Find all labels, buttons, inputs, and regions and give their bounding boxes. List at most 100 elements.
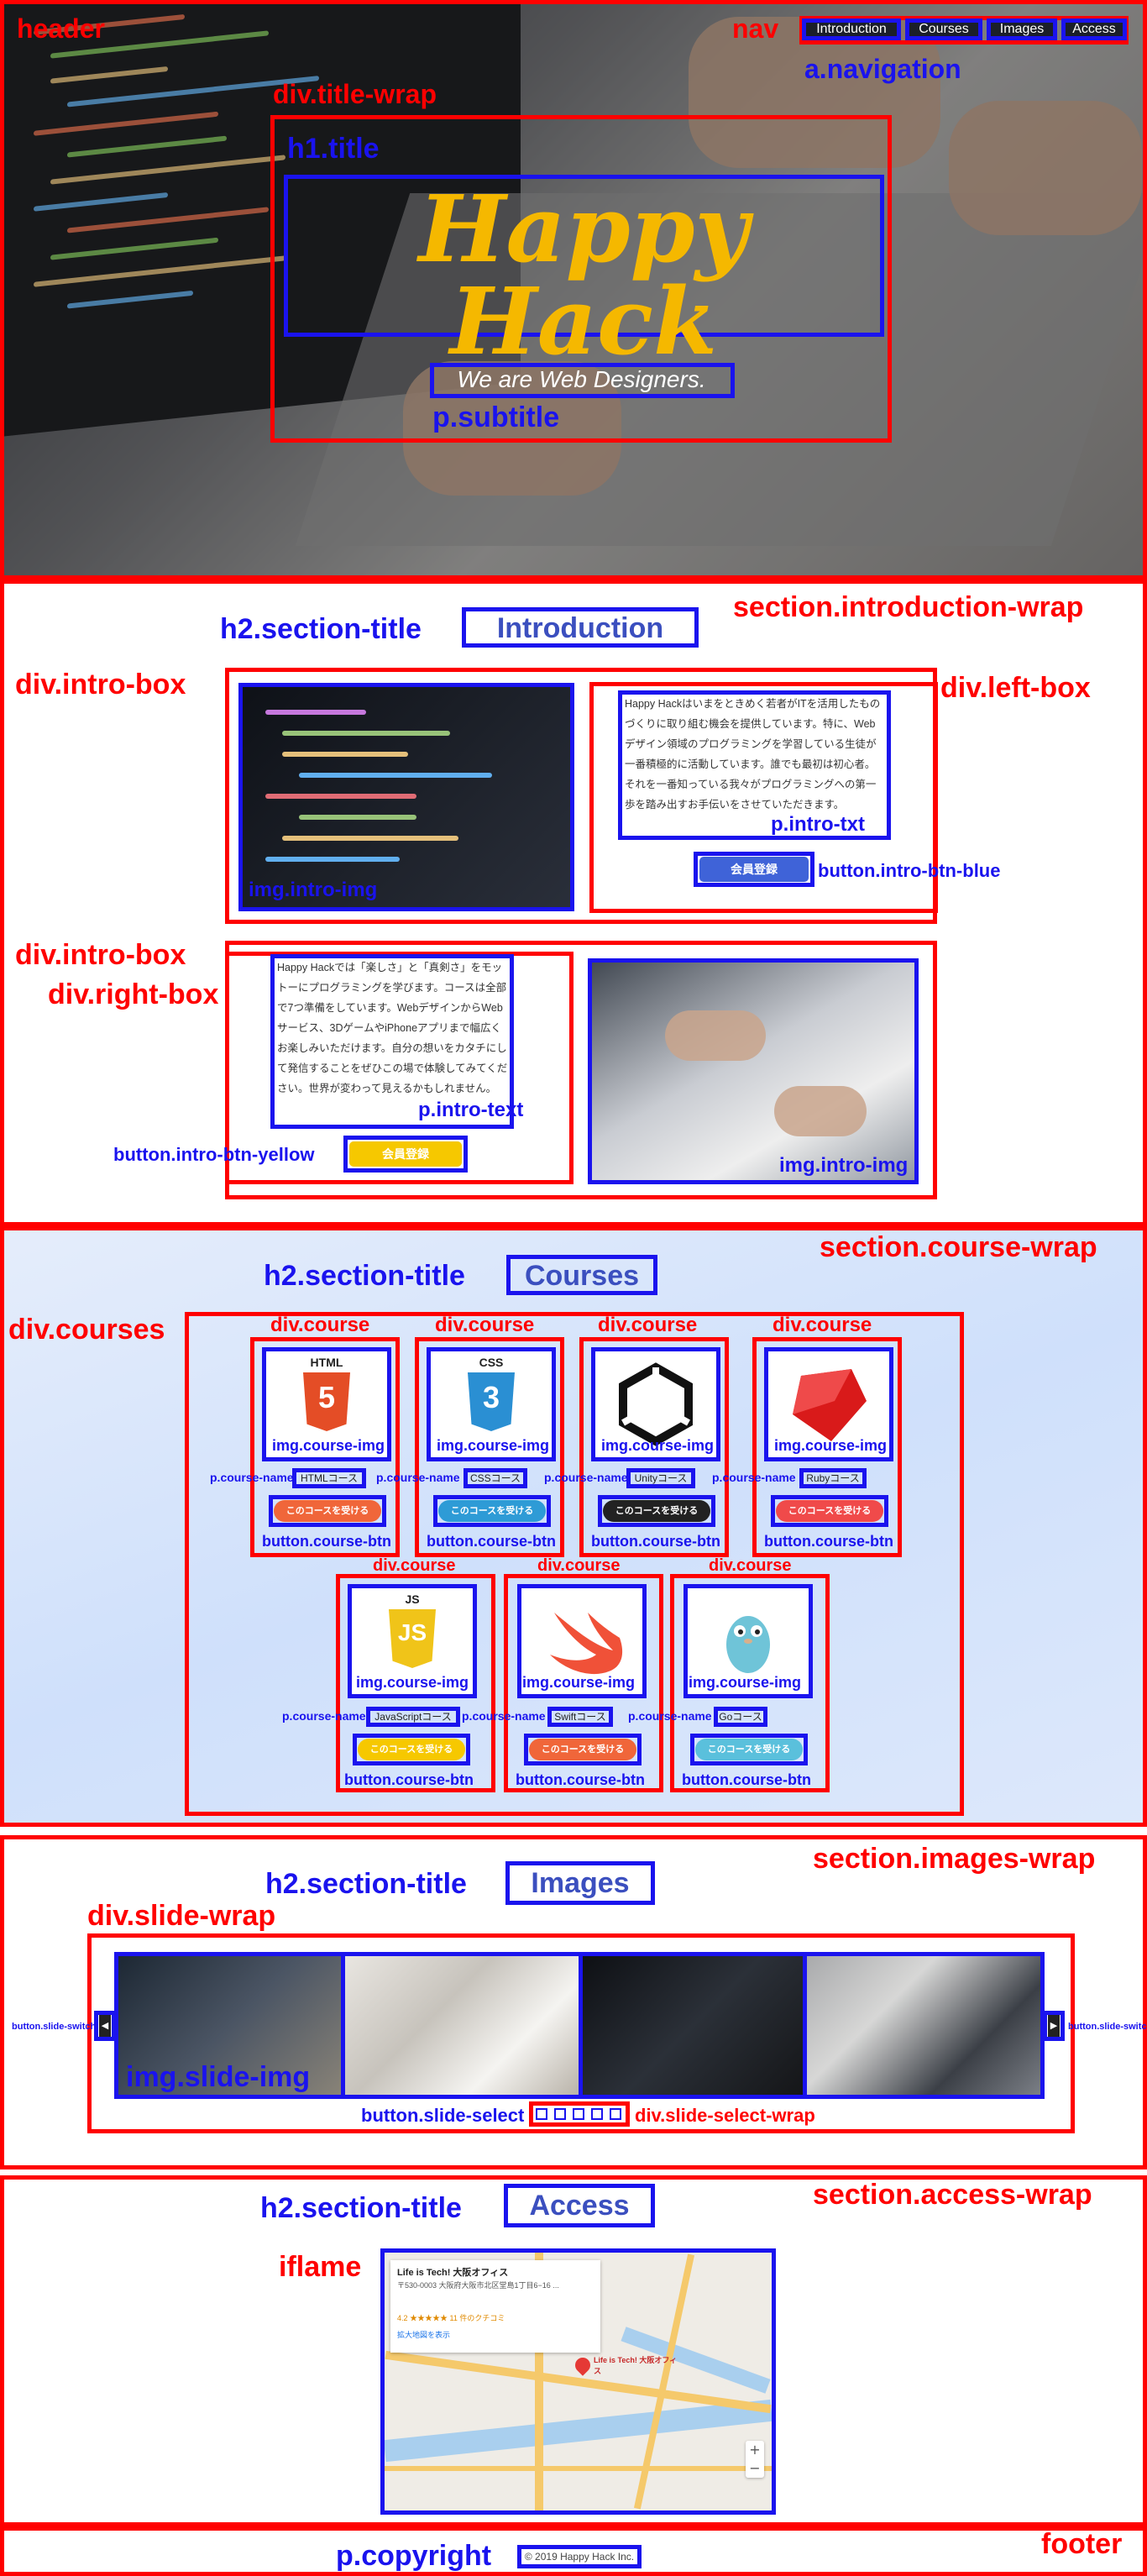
course-btn-label: button.course-btn	[764, 1533, 893, 1550]
slide-switch-label: button.slide-switch	[12, 2022, 97, 2032]
h1-title-label: h1.title	[287, 133, 380, 165]
intro-btn-yellow-label: button.intro-btn-yellow	[113, 1144, 315, 1165]
course-wrap-label: section.course-wrap	[820, 1231, 1097, 1263]
courses-label: div.courses	[8, 1314, 165, 1346]
slide-img-outline	[341, 1952, 583, 2099]
course-name-ruby: Rubyコース	[806, 1472, 860, 1484]
course-label: div.course	[435, 1314, 535, 1336]
slide-select-label: button.slide-select	[361, 2105, 525, 2126]
course-button-go[interactable]: このコースを受ける	[695, 1739, 803, 1760]
intro-register-button-yellow[interactable]: 会員登録	[349, 1141, 462, 1167]
course-button-javascript[interactable]: このコースを受ける	[358, 1739, 465, 1760]
course-img-label: img.course-img	[272, 1437, 385, 1454]
course-label: div.course	[537, 1556, 621, 1575]
section-title-label-courses: h2.section-title	[264, 1260, 465, 1292]
site-title: Happy Hack	[418, 175, 749, 375]
slide-select-dot-4[interactable]	[591, 2108, 603, 2120]
course-btn-label: button.course-btn	[427, 1533, 556, 1550]
page: header nav Introduction Courses Images A…	[0, 0, 1147, 2576]
intro-text-label: p.intro-text	[418, 1099, 524, 1121]
right-box-label: div.right-box	[48, 978, 219, 1010]
course-label: div.course	[598, 1314, 698, 1336]
intro-img-outline	[238, 683, 574, 911]
course-name-label: p.course-name	[376, 1471, 460, 1484]
course-name-html: HTMLコース	[300, 1472, 359, 1484]
course-name-label: p.course-name	[282, 1709, 366, 1723]
nav-link-outline	[1061, 18, 1127, 40]
nav-link-outline	[905, 18, 982, 40]
header-label: header	[17, 13, 105, 44]
section-title-label: h2.section-title	[220, 613, 422, 645]
nav-link-outline	[987, 18, 1057, 40]
course-button-ruby[interactable]: このコースを受ける	[776, 1500, 883, 1522]
access-wrap-label: section.access-wrap	[813, 2179, 1092, 2211]
intro-img-label-2: img.intro-img	[779, 1154, 909, 1177]
subtitle-label: p.subtitle	[432, 401, 560, 433]
slide-switch-label: button.slide-switch	[1068, 2022, 1147, 2032]
slide-select-dot-5[interactable]	[610, 2108, 621, 2120]
iframe-outline	[380, 2248, 776, 2515]
slide-switch-outline	[1043, 2011, 1065, 2041]
left-box-label: div.left-box	[940, 672, 1091, 704]
courses-title: Courses	[524, 1260, 640, 1292]
course-button-swift[interactable]: このコースを受ける	[529, 1739, 636, 1760]
course-btn-label: button.course-btn	[344, 1771, 474, 1788]
site-subtitle: We are Web Designers.	[457, 366, 706, 392]
intro-img-label: img.intro-img	[249, 879, 378, 901]
slide-select-dot-1[interactable]	[536, 2108, 547, 2120]
images-title: Images	[531, 1867, 630, 1899]
intro-box-label-2: div.intro-box	[15, 939, 186, 971]
images-wrap-label: section.images-wrap	[813, 1843, 1096, 1875]
slide-wrap-label: div.slide-wrap	[87, 1900, 276, 1932]
course-img-label: img.course-img	[601, 1437, 715, 1454]
access-title: Access	[529, 2190, 630, 2222]
course-label: div.course	[709, 1556, 792, 1575]
slide-img-outline	[803, 1952, 1045, 2099]
course-btn-label: button.course-btn	[516, 1771, 645, 1788]
course-btn-label: button.course-btn	[591, 1533, 720, 1550]
section-title-label-images: h2.section-title	[265, 1868, 467, 1900]
course-img-label: img.course-img	[356, 1674, 469, 1691]
course-label: div.course	[373, 1556, 456, 1575]
course-label: div.course	[773, 1314, 872, 1336]
course-button-css[interactable]: このコースを受ける	[438, 1500, 546, 1522]
intro-box-label: div.intro-box	[15, 669, 186, 700]
course-img-label: img.course-img	[522, 1674, 636, 1691]
course-name-javascript: JavaScriptコース	[374, 1711, 452, 1723]
nav-link-outline	[802, 18, 901, 40]
navigation-label: a.navigation	[804, 54, 961, 84]
course-name-label: p.course-name	[712, 1471, 796, 1484]
introduction-title: Introduction	[496, 612, 664, 644]
slide-switch-outline	[94, 2011, 116, 2041]
slide-select-dot-3[interactable]	[573, 2108, 584, 2120]
slide-select-wrap-label: div.slide-select-wrap	[635, 2105, 815, 2126]
intro-img-outline-2	[588, 958, 919, 1184]
course-btn-label: button.course-btn	[682, 1771, 811, 1788]
course-name-go: Goコース	[719, 1711, 762, 1723]
section-title-label-access: h2.section-title	[260, 2192, 462, 2224]
course-name-label: p.course-name	[628, 1709, 712, 1723]
intro-btn-blue-label: button.intro-btn-blue	[818, 860, 1001, 881]
course-name-css: CSSコース	[469, 1472, 521, 1484]
course-img-label: img.course-img	[774, 1437, 888, 1454]
iframe-label: iflame	[279, 2251, 362, 2283]
intro-register-button-blue[interactable]: 会員登録	[699, 857, 809, 882]
course-button-unity[interactable]: このコースを受ける	[603, 1500, 710, 1522]
course-img-label: img.course-img	[437, 1437, 550, 1454]
copyright-label: p.copyright	[336, 2540, 492, 2572]
intro-txt-label: p.intro-txt	[771, 813, 865, 836]
course-label: div.course	[270, 1314, 370, 1336]
nav-label: nav	[732, 13, 779, 44]
course-button-html[interactable]: このコースを受ける	[274, 1500, 381, 1522]
course-name-swift: Swiftコース	[554, 1711, 606, 1723]
title-wrap-label: div.title-wrap	[273, 79, 437, 109]
course-name-unity: Unityコース	[634, 1472, 688, 1484]
slide-select-dot-2[interactable]	[554, 2108, 566, 2120]
introduction-wrap-label: section.introduction-wrap	[733, 591, 1084, 623]
course-name-label: p.course-name	[544, 1471, 628, 1484]
footer-label: footer	[1041, 2528, 1123, 2560]
course-btn-label: button.course-btn	[262, 1533, 391, 1550]
course-img-label: img.course-img	[689, 1674, 802, 1691]
slide-img-label: img.slide-img	[126, 2061, 311, 2093]
course-name-label: p.course-name	[462, 1709, 546, 1723]
